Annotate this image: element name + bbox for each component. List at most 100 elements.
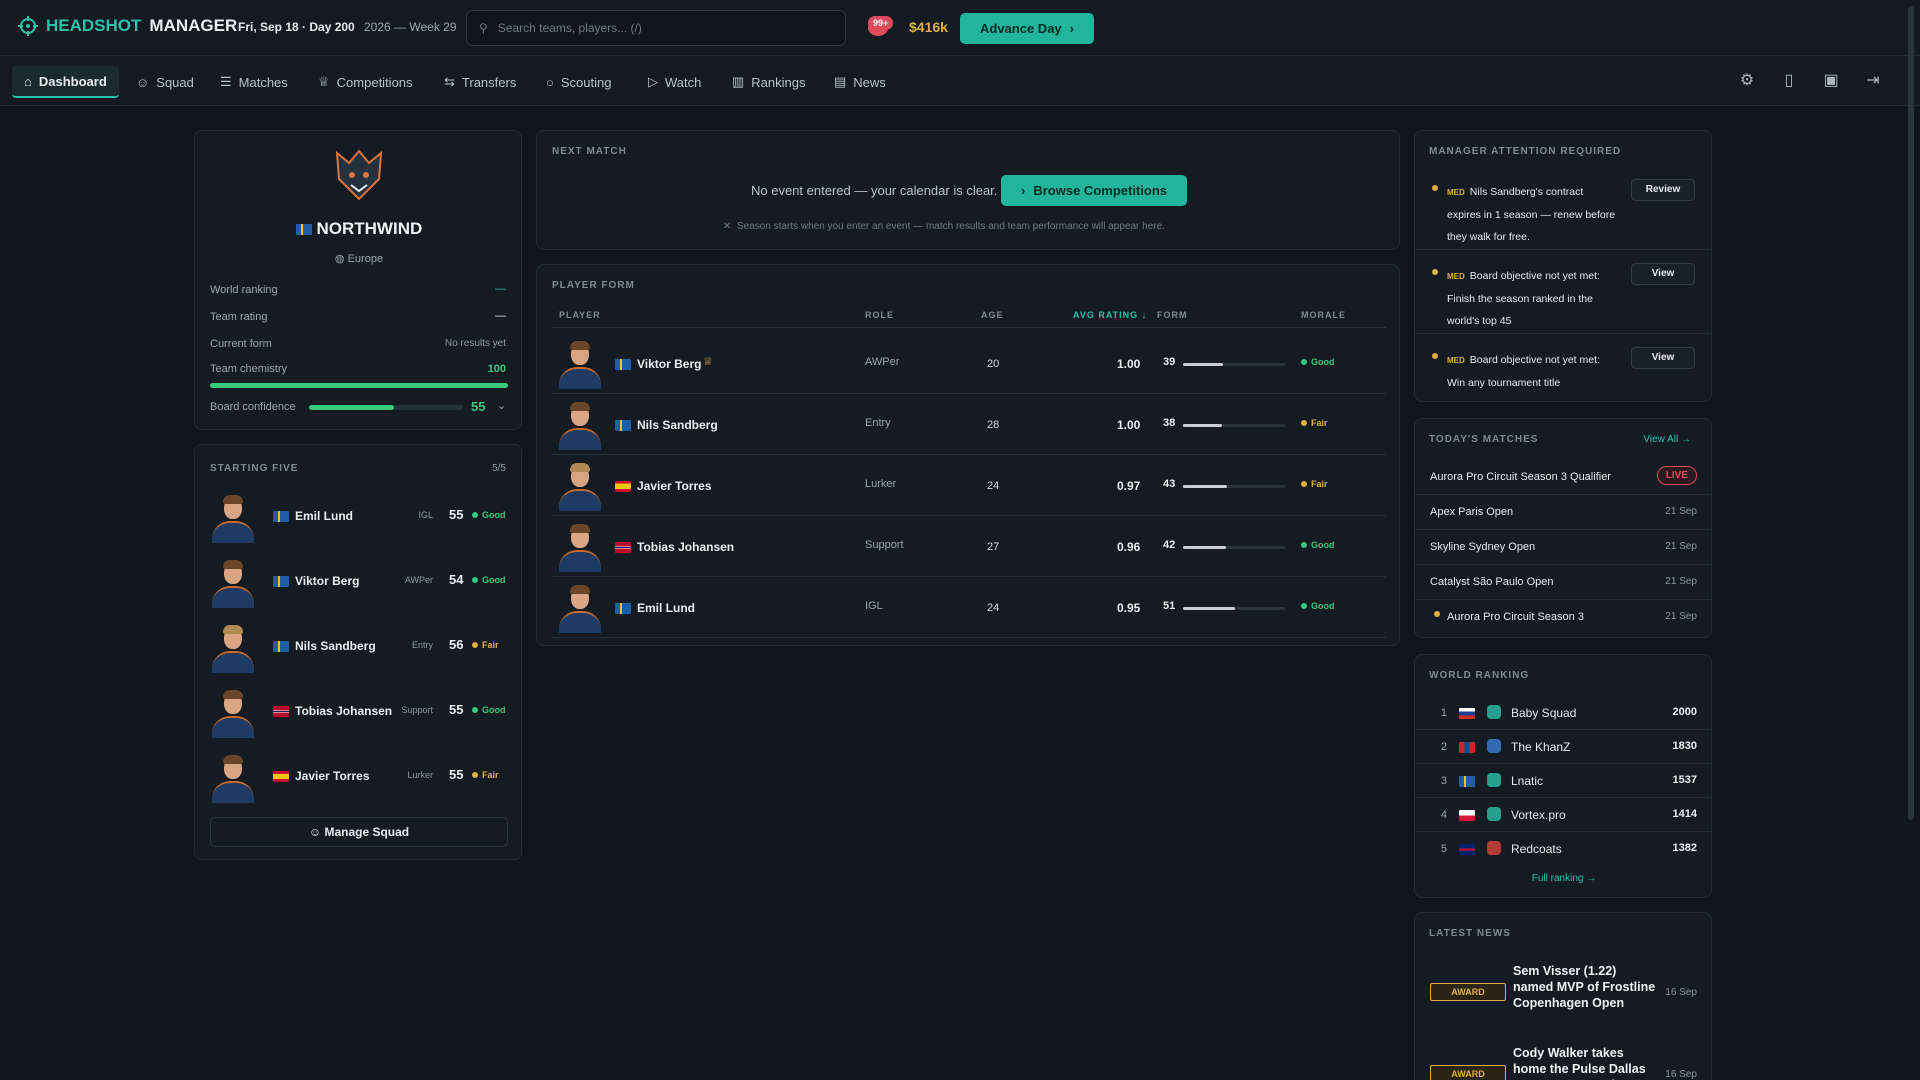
tab-transfers[interactable]: ⇆ Transfers xyxy=(432,66,528,98)
news-headline[interactable]: Sem Visser (1.22) named MVP of Frostline… xyxy=(1513,963,1657,1011)
attention-review-button[interactable]: Review xyxy=(1631,179,1695,201)
attention-card: MANAGER ATTENTION REQUIRED MED Nils Sandb… xyxy=(1414,130,1712,402)
board-confidence-label: Board confidence xyxy=(210,401,296,413)
team-name: NORTHWIND xyxy=(316,219,423,238)
col-header-form[interactable]: FORM xyxy=(1157,310,1188,320)
bar-chart-icon: ▥ xyxy=(732,74,745,89)
scrollbar[interactable] xyxy=(1908,6,1914,820)
tab-matches[interactable]: ☰ Matches xyxy=(208,66,300,98)
avatar-body xyxy=(559,367,601,389)
tab-label: Scouting xyxy=(560,74,612,90)
tab-watch[interactable]: ▷ Watch xyxy=(636,66,713,98)
morale-dot xyxy=(472,772,478,778)
team-name[interactable]: Redcoats xyxy=(1511,842,1562,856)
starting-player-name[interactable]: Tobias Johansen xyxy=(295,704,392,718)
starting-player-name[interactable]: Viktor Berg xyxy=(295,574,359,588)
col-header-morale[interactable]: MORALE xyxy=(1301,310,1346,320)
match-name[interactable]: Aurora Pro Circuit Season 3 Qualifier xyxy=(1430,471,1611,483)
col-header-role[interactable]: ROLE xyxy=(865,310,894,320)
avatar-hair xyxy=(570,524,590,533)
search-input[interactable]: ⚲ Search teams, players... (/) xyxy=(466,10,846,46)
morale-label: Good xyxy=(1311,357,1335,367)
attention-view-button[interactable]: View xyxy=(1631,347,1695,369)
book-icon[interactable]: ▯ xyxy=(1780,72,1798,90)
chevron-down-icon[interactable]: ⌄ xyxy=(497,399,506,412)
flag-se xyxy=(273,641,289,652)
flag-se xyxy=(615,420,631,431)
player-form-card: PLAYER FORM PLAYER ROLE AGE AVG RATING ↓… xyxy=(536,264,1400,646)
latest-news-card: LATEST NEWS AWARD Sem Visser (1.22) named… xyxy=(1414,912,1712,1080)
app-logo[interactable]: HEADSHOT MANAGER xyxy=(18,16,237,36)
priority-tag: MED xyxy=(1447,188,1465,197)
player-form-bar-fill xyxy=(1183,363,1223,366)
starting-player-role: Entry xyxy=(411,640,433,650)
match-name[interactable]: Apex Paris Open xyxy=(1430,506,1513,518)
flag-pl xyxy=(1459,810,1475,821)
avatar-body xyxy=(212,716,254,738)
starting-player-name[interactable]: Nils Sandberg xyxy=(295,639,376,653)
player-role: IGL xyxy=(865,600,883,612)
manage-squad-button[interactable]: ☺ Manage Squad xyxy=(210,817,508,847)
attention-view-button[interactable]: View xyxy=(1631,263,1695,285)
team-name[interactable]: The KhanZ xyxy=(1511,740,1570,754)
game-date: Fri, Sep 18 · Day 200 xyxy=(238,20,355,34)
flag-se xyxy=(1459,776,1475,787)
player-name[interactable]: Nils Sandberg xyxy=(637,418,718,432)
full-ranking-link[interactable]: Full ranking → xyxy=(1415,873,1713,884)
row-divider xyxy=(1415,797,1711,798)
player-age: 27 xyxy=(987,541,1000,553)
manage-squad-label: Manage Squad xyxy=(324,825,410,839)
player-avg-rating: 1.00 xyxy=(1117,418,1141,432)
player-morale: Fair xyxy=(1301,479,1328,489)
tab-label: Competitions xyxy=(336,74,413,90)
morale-label: Good xyxy=(1311,540,1335,550)
tab-competitions[interactable]: ♕ Competitions xyxy=(306,66,425,98)
attention-text: MED Board objective not yet met: Win any … xyxy=(1447,349,1619,394)
notification-badge: 99+ xyxy=(868,16,894,30)
tab-scouting[interactable]: ○ Scouting xyxy=(534,66,623,98)
player-role: AWPer xyxy=(865,356,900,368)
current-form-value: No results yet xyxy=(444,338,506,349)
news-headline[interactable]: Cody Walker takes home the Pulse Dallas … xyxy=(1513,1045,1657,1080)
tab-squad[interactable]: ☺ Squad xyxy=(124,66,206,98)
users-icon: ☺ xyxy=(308,825,322,839)
player-name[interactable]: Viktor Berg xyxy=(637,357,701,371)
starting-player-name[interactable]: Javier Torres xyxy=(295,769,370,783)
browse-competitions-button[interactable]: › Browse Competitions xyxy=(1001,175,1187,206)
col-header-player[interactable]: PLAYER xyxy=(559,310,601,320)
avatar-body xyxy=(212,781,254,803)
match-name[interactable]: Skyline Sydney Open xyxy=(1430,541,1535,553)
player-form-bar-fill xyxy=(1183,607,1236,610)
team-points: 1414 xyxy=(1672,808,1697,820)
team-name[interactable]: Baby Squad xyxy=(1511,706,1576,720)
team-name[interactable]: Lnatic xyxy=(1511,774,1543,788)
col-header-age[interactable]: AGE xyxy=(981,310,1004,320)
tab-news[interactable]: ▤ News xyxy=(822,66,898,98)
player-name[interactable]: Javier Torres xyxy=(637,479,712,493)
col-header-avg-rating[interactable]: AVG RATING ↓ xyxy=(1073,310,1147,320)
match-date: 21 Sep xyxy=(1665,541,1697,552)
player-form-bar xyxy=(1183,424,1285,427)
match-name[interactable]: Aurora Pro Circuit Season 3 xyxy=(1447,611,1584,623)
view-all-link[interactable]: View All → xyxy=(1643,434,1691,445)
tab-rankings[interactable]: ▥ Rankings xyxy=(720,66,818,98)
save-icon[interactable]: ▣ xyxy=(1822,72,1840,90)
settings-icon[interactable]: ⚙ xyxy=(1738,72,1756,90)
starting-player-name[interactable]: Emil Lund xyxy=(295,509,353,523)
player-name[interactable]: Tobias Johansen xyxy=(637,540,734,554)
flag-se xyxy=(273,511,289,522)
todays-matches-card: TODAY'S MATCHES View All → Aurora Pro Ci… xyxy=(1414,418,1712,638)
list-icon: ☰ xyxy=(220,74,232,89)
tab-dashboard[interactable]: ⌂ Dashboard xyxy=(12,66,119,98)
logout-icon[interactable]: ⇥ xyxy=(1864,72,1882,90)
starting-five-count: 5/5 xyxy=(492,463,506,474)
morale-dot xyxy=(472,577,478,583)
player-name[interactable]: Emil Lund xyxy=(637,601,695,615)
morale-label: Good xyxy=(482,510,506,520)
tab-label: Transfers xyxy=(461,74,517,90)
match-name[interactable]: Catalyst São Paulo Open xyxy=(1430,576,1554,588)
avatar-body xyxy=(559,489,601,511)
team-name[interactable]: Vortex.pro xyxy=(1511,808,1566,822)
morale-label: Good xyxy=(482,575,506,585)
advance-day-button[interactable]: Advance Day › xyxy=(960,13,1094,44)
